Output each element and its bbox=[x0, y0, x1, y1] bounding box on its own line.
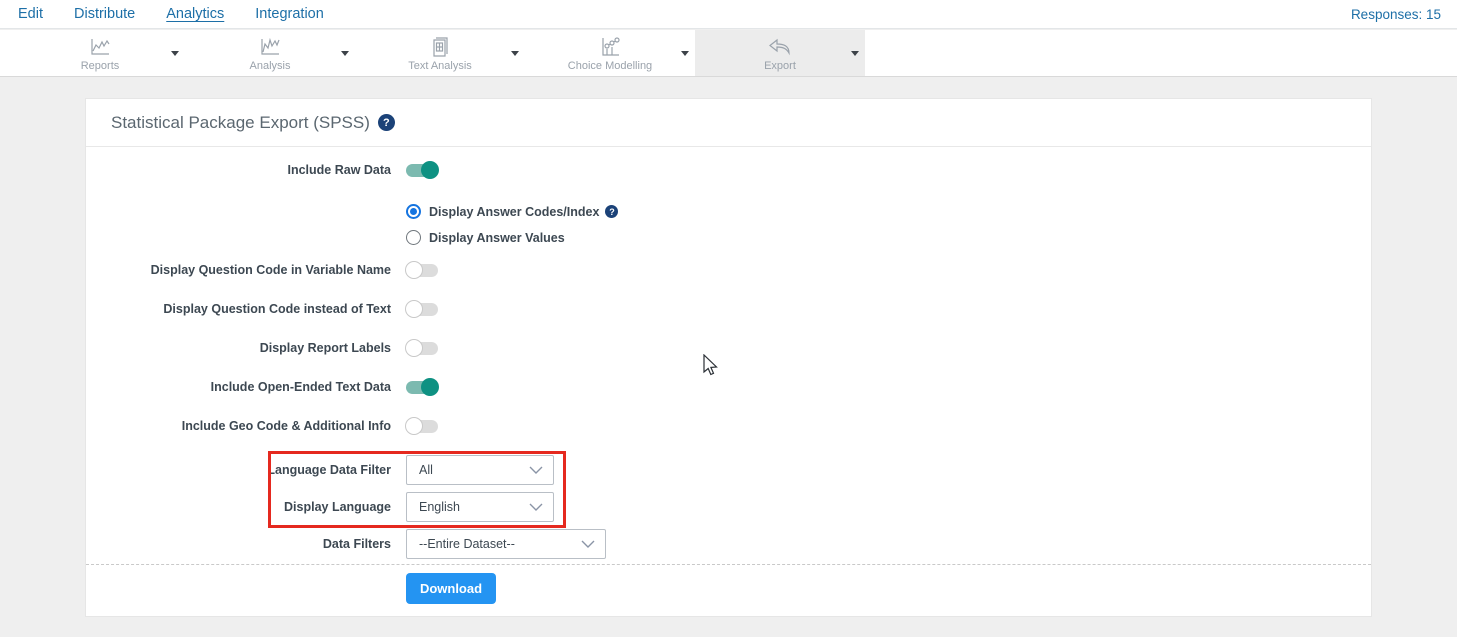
nav-item-edit[interactable]: Edit bbox=[18, 6, 43, 22]
answer-codes-radio-label: Display Answer Codes/Index bbox=[429, 205, 599, 219]
text-analysis-dropdown-caret[interactable] bbox=[505, 51, 525, 56]
answer-codes-radio[interactable] bbox=[406, 204, 421, 219]
row-language-data-filter: Language Data Filter All bbox=[86, 455, 554, 485]
tool-group-analysis: Analysis bbox=[185, 30, 355, 76]
toggle-knob bbox=[405, 300, 423, 318]
responses-count[interactable]: Responses: 15 bbox=[1351, 7, 1441, 22]
download-button[interactable]: Download bbox=[406, 573, 496, 604]
choice-modelling-dropdown-caret[interactable] bbox=[675, 51, 695, 56]
language-data-filter-value: All bbox=[419, 463, 521, 477]
display-report-labels-toggle[interactable] bbox=[406, 342, 438, 355]
answer-values-radio-label: Display Answer Values bbox=[429, 231, 565, 245]
chevron-down-icon bbox=[529, 466, 543, 474]
geo-code-toggle[interactable] bbox=[406, 420, 438, 433]
row-radio-answer-values: Display Answer Values bbox=[406, 230, 565, 245]
help-icon[interactable]: ? bbox=[605, 205, 618, 218]
display-language-select[interactable]: English bbox=[406, 492, 554, 522]
open-ended-text-data-label: Include Open-Ended Text Data bbox=[86, 380, 391, 394]
spss-export-panel: Statistical Package Export (SPSS) ? Incl… bbox=[85, 98, 1372, 617]
chevron-down-icon bbox=[529, 503, 543, 511]
choice-modelling-label: Choice Modelling bbox=[568, 60, 652, 72]
answer-values-radio[interactable] bbox=[406, 230, 421, 245]
tool-group-reports: Reports bbox=[15, 30, 185, 76]
line-chart-icon bbox=[258, 34, 282, 58]
export-arrow-icon bbox=[767, 34, 793, 58]
panel-header: Statistical Package Export (SPSS) ? bbox=[86, 99, 1371, 147]
nav-item-distribute[interactable]: Distribute bbox=[74, 6, 135, 22]
export-dropdown-caret[interactable] bbox=[845, 51, 865, 56]
geo-code-label: Include Geo Code & Additional Info bbox=[86, 419, 391, 433]
question-code-instead-text-label: Display Question Code instead of Text bbox=[86, 302, 391, 316]
row-radio-answer-codes: Display Answer Codes/Index ? bbox=[406, 204, 618, 219]
dashed-divider bbox=[86, 564, 1371, 565]
export-label: Export bbox=[764, 60, 796, 72]
choice-modelling-button[interactable]: Choice Modelling bbox=[545, 34, 675, 72]
top-nav-bar: Edit Distribute Analytics Integration Re… bbox=[0, 0, 1457, 29]
row-geo-code: Include Geo Code & Additional Info bbox=[86, 419, 438, 433]
tool-group-export: Export bbox=[695, 30, 865, 76]
reports-dropdown-caret[interactable] bbox=[165, 51, 185, 56]
row-display-report-labels: Display Report Labels bbox=[86, 341, 438, 355]
reports-button[interactable]: Reports bbox=[35, 34, 165, 72]
help-icon[interactable]: ? bbox=[378, 114, 395, 131]
text-analysis-label: Text Analysis bbox=[408, 60, 472, 72]
data-filters-value: --Entire Dataset-- bbox=[419, 537, 573, 551]
export-button[interactable]: Export bbox=[715, 34, 845, 72]
display-report-labels-label: Display Report Labels bbox=[86, 341, 391, 355]
question-code-variable-name-label: Display Question Code in Variable Name bbox=[86, 263, 391, 277]
chevron-down-icon bbox=[341, 51, 349, 56]
row-include-raw-data: Include Raw Data bbox=[86, 163, 438, 177]
toggle-knob bbox=[405, 339, 423, 357]
chevron-down-icon bbox=[511, 51, 519, 56]
question-code-variable-name-toggle[interactable] bbox=[406, 264, 438, 277]
tool-group-text-analysis: Text Analysis bbox=[355, 30, 525, 76]
include-raw-data-label: Include Raw Data bbox=[86, 163, 391, 177]
data-filters-label: Data Filters bbox=[86, 537, 391, 551]
nav-item-integration[interactable]: Integration bbox=[255, 6, 324, 22]
toggle-knob bbox=[421, 161, 439, 179]
analysis-dropdown-caret[interactable] bbox=[335, 51, 355, 56]
row-open-ended-text-data: Include Open-Ended Text Data bbox=[86, 380, 438, 394]
row-display-language: Display Language English bbox=[86, 492, 554, 522]
display-language-value: English bbox=[419, 500, 521, 514]
include-raw-data-toggle[interactable] bbox=[406, 164, 438, 177]
line-chart-icon bbox=[88, 34, 112, 58]
toggle-knob bbox=[405, 417, 423, 435]
document-grid-icon bbox=[429, 34, 451, 58]
row-data-filters: Data Filters --Entire Dataset-- bbox=[86, 529, 606, 559]
chevron-down-icon bbox=[581, 540, 595, 548]
language-data-filter-select[interactable]: All bbox=[406, 455, 554, 485]
row-question-code-variable-name: Display Question Code in Variable Name bbox=[86, 263, 438, 277]
display-language-label: Display Language bbox=[86, 500, 391, 514]
toggle-knob bbox=[421, 378, 439, 396]
row-question-code-instead-text: Display Question Code instead of Text bbox=[86, 302, 438, 316]
analytics-toolbar: Reports Analysis bbox=[0, 30, 1457, 77]
chevron-down-icon bbox=[171, 51, 179, 56]
chevron-down-icon bbox=[851, 51, 859, 56]
open-ended-text-data-toggle[interactable] bbox=[406, 381, 438, 394]
question-code-instead-text-toggle[interactable] bbox=[406, 303, 438, 316]
toggle-knob bbox=[405, 261, 423, 279]
nav-item-analytics[interactable]: Analytics bbox=[166, 6, 224, 22]
language-data-filter-label: Language Data Filter bbox=[86, 463, 391, 477]
scatter-chart-icon bbox=[598, 34, 622, 58]
reports-label: Reports bbox=[81, 60, 120, 72]
tool-group-choice-modelling: Choice Modelling bbox=[525, 30, 695, 76]
page-title: Statistical Package Export (SPSS) bbox=[111, 113, 370, 133]
data-filters-select[interactable]: --Entire Dataset-- bbox=[406, 529, 606, 559]
analysis-button[interactable]: Analysis bbox=[205, 34, 335, 72]
chevron-down-icon bbox=[681, 51, 689, 56]
analysis-label: Analysis bbox=[250, 60, 291, 72]
text-analysis-button[interactable]: Text Analysis bbox=[375, 34, 505, 72]
